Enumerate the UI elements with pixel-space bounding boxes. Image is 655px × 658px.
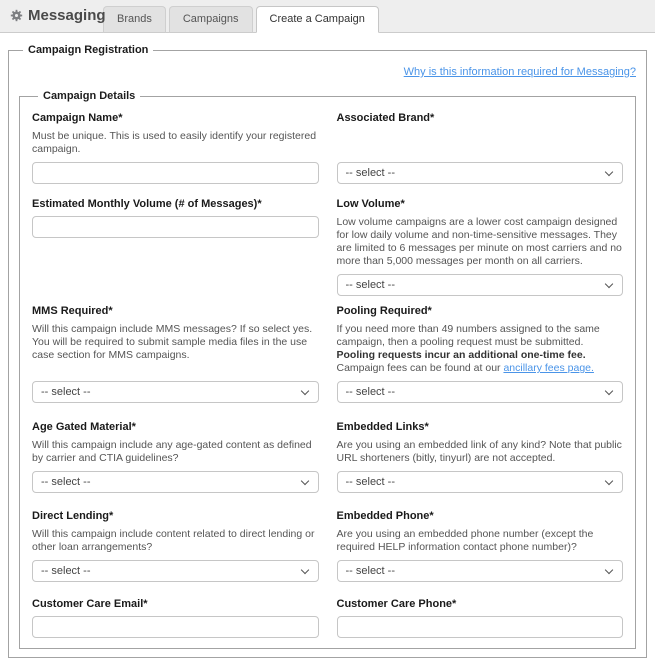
campaign-registration-legend: Campaign Registration — [23, 44, 153, 56]
low-volume-label: Low Volume* — [337, 198, 624, 211]
associated-brand-select[interactable]: -- select -- — [337, 162, 624, 184]
estimated-monthly-volume-label: Estimated Monthly Volume (# of Messages)… — [32, 198, 319, 211]
pooling-required-select[interactable]: -- select -- — [337, 381, 624, 403]
field-pooling-required: Pooling Required* If you need more than … — [337, 305, 624, 403]
field-age-gated-material: Age Gated Material* Will this campaign i… — [32, 421, 319, 493]
why-required-link[interactable]: Why is this information required for Mes… — [404, 66, 636, 78]
ancillary-fees-link[interactable]: ancillary fees page. — [503, 362, 593, 374]
embedded-phone-select[interactable]: -- select -- — [337, 560, 624, 582]
campaign-registration-section: Campaign Registration Why is this inform… — [8, 44, 647, 658]
campaign-details-section: Campaign Details Campaign Name* Must be … — [19, 90, 636, 649]
form-row-6: Customer Care Email* Customer Care Phone… — [32, 598, 623, 638]
associated-brand-label: Associated Brand* — [337, 112, 624, 125]
campaign-details-legend: Campaign Details — [38, 90, 140, 102]
field-embedded-links: Embedded Links* Are you using an embedde… — [337, 421, 624, 493]
embedded-links-label: Embedded Links* — [337, 421, 624, 434]
top-bar: Messaging Brands Campaigns Create a Camp… — [0, 0, 655, 33]
customer-care-email-input[interactable] — [32, 616, 319, 638]
mms-required-label: MMS Required* — [32, 305, 319, 318]
field-associated-brand: Associated Brand* -- select -- — [337, 112, 624, 184]
direct-lending-select[interactable]: -- select -- — [32, 560, 319, 582]
embedded-phone-label: Embedded Phone* — [337, 510, 624, 523]
field-estimated-monthly-volume: Estimated Monthly Volume (# of Messages)… — [32, 198, 319, 296]
campaign-name-input[interactable] — [32, 162, 319, 184]
mms-required-select[interactable]: -- select -- — [32, 381, 319, 403]
customer-care-phone-label: Customer Care Phone* — [337, 598, 624, 611]
form-row-5: Direct Lending* Will this campaign inclu… — [32, 510, 623, 582]
estimated-monthly-volume-input[interactable] — [32, 216, 319, 238]
embedded-links-description: Are you using an embedded link of any ki… — [337, 439, 624, 465]
app-title-text: Messaging — [28, 7, 106, 24]
form-row-1: Campaign Name* Must be unique. This is u… — [32, 112, 623, 184]
campaign-name-label: Campaign Name* — [32, 112, 319, 125]
field-direct-lending: Direct Lending* Will this campaign inclu… — [32, 510, 319, 582]
field-embedded-phone: Embedded Phone* Are you using an embedde… — [337, 510, 624, 582]
low-volume-description: Low volume campaigns are a lower cost ca… — [337, 216, 624, 268]
field-mms-required: MMS Required* Will this campaign include… — [32, 305, 319, 403]
direct-lending-description: Will this campaign include content relat… — [32, 528, 319, 554]
form-row-2: Estimated Monthly Volume (# of Messages)… — [32, 198, 623, 296]
field-low-volume: Low Volume* Low volume campaigns are a l… — [337, 198, 624, 296]
tab-campaigns[interactable]: Campaigns — [169, 6, 253, 33]
form-row-4: Age Gated Material* Will this campaign i… — [32, 421, 623, 493]
field-customer-care-phone: Customer Care Phone* — [337, 598, 624, 638]
customer-care-email-label: Customer Care Email* — [32, 598, 319, 611]
info-link-row: Why is this information required for Mes… — [17, 58, 638, 86]
mms-required-description: Will this campaign include MMS messages?… — [32, 323, 319, 362]
embedded-phone-description: Are you using an embedded phone number (… — [337, 528, 624, 554]
low-volume-select[interactable]: -- select -- — [337, 274, 624, 296]
direct-lending-label: Direct Lending* — [32, 510, 319, 523]
age-gated-material-label: Age Gated Material* — [32, 421, 319, 434]
form-row-3: MMS Required* Will this campaign include… — [32, 305, 623, 403]
embedded-links-select[interactable]: -- select -- — [337, 471, 624, 493]
age-gated-material-description: Will this campaign include any age-gated… — [32, 439, 319, 465]
gear-icon — [10, 9, 23, 22]
customer-care-phone-input[interactable] — [337, 616, 624, 638]
tab-brands[interactable]: Brands — [103, 6, 166, 33]
age-gated-material-select[interactable]: -- select -- — [32, 471, 319, 493]
tab-create-a-campaign[interactable]: Create a Campaign — [256, 6, 379, 33]
pooling-required-description: If you need more than 49 numbers assigne… — [337, 323, 624, 375]
tab-bar: Brands Campaigns Create a Campaign — [103, 6, 382, 32]
pooling-required-label: Pooling Required* — [337, 305, 624, 318]
campaign-name-description: Must be unique. This is used to easily i… — [32, 130, 319, 156]
app-title: Messaging — [10, 7, 106, 24]
field-campaign-name: Campaign Name* Must be unique. This is u… — [32, 112, 319, 184]
field-customer-care-email: Customer Care Email* — [32, 598, 319, 638]
